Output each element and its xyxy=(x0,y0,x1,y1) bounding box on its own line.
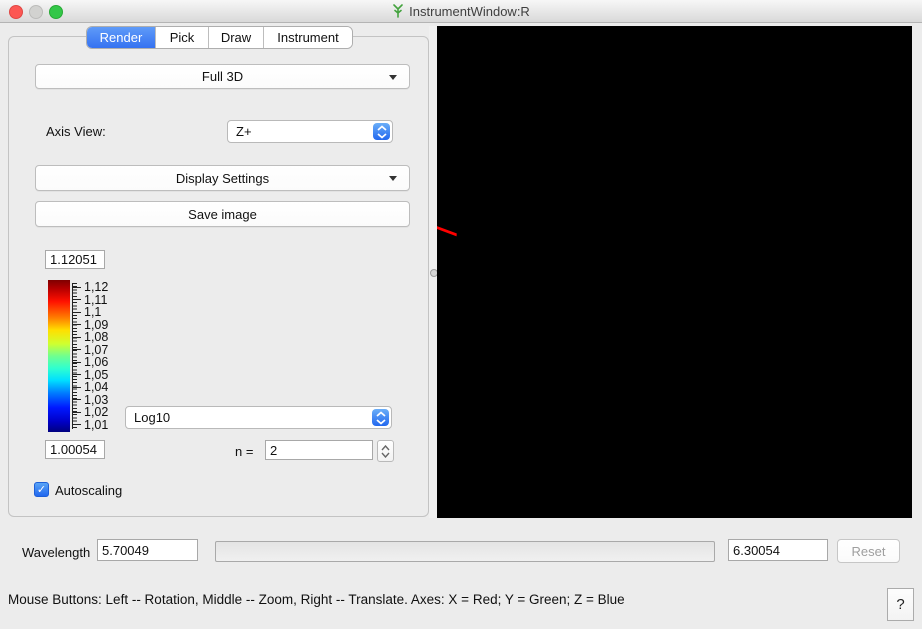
instrument-window: InstrumentWindow:R Render Pick Draw Inst… xyxy=(0,0,922,629)
scale-type-value: Log10 xyxy=(134,410,170,425)
help-button[interactable]: ? xyxy=(887,588,914,621)
autoscaling-label: Autoscaling xyxy=(55,483,122,498)
wavelength-slider[interactable] xyxy=(215,541,715,562)
n-label: n = xyxy=(235,444,253,459)
chevron-down-icon xyxy=(389,176,397,181)
tab-render[interactable]: Render xyxy=(87,27,156,48)
mantid-icon xyxy=(392,4,404,18)
title-bar[interactable]: InstrumentWindow:R xyxy=(0,0,922,23)
reset-button[interactable]: Reset xyxy=(837,539,900,563)
scale-type-select[interactable]: Log10 xyxy=(125,406,392,429)
help-button-label: ? xyxy=(896,596,904,613)
display-settings-dropdown[interactable]: Display Settings xyxy=(35,165,410,191)
tab-pick[interactable]: Pick xyxy=(156,27,209,48)
spinner-down-icon[interactable] xyxy=(381,452,390,458)
wavelength-max-input[interactable] xyxy=(728,539,828,561)
n-input[interactable] xyxy=(265,440,373,460)
colorbar-tick-labels: 1,12 1,11 1,1 1,09 1,08 1,07 1,06 1,05 1… xyxy=(72,281,132,431)
colorbar[interactable] xyxy=(48,280,70,432)
wavelength-label: Wavelength xyxy=(22,545,90,560)
tab-draw[interactable]: Draw xyxy=(209,27,264,48)
status-text: Mouse Buttons: Left -- Rotation, Middle … xyxy=(8,592,625,607)
window-title: InstrumentWindow:R xyxy=(409,4,530,19)
autoscaling-checkbox[interactable]: ✓ xyxy=(34,482,49,497)
colorbar-tick: 1,01 xyxy=(84,418,108,432)
spinner-up-icon[interactable] xyxy=(381,445,390,451)
axis-view-label: Axis View: xyxy=(46,124,106,139)
panel-splitter[interactable] xyxy=(429,26,437,518)
reset-button-label: Reset xyxy=(852,544,886,559)
axis-view-select[interactable]: Z+ xyxy=(227,120,393,143)
save-image-button[interactable]: Save image xyxy=(35,201,410,227)
n-spinner[interactable] xyxy=(377,440,394,462)
display-settings-label: Display Settings xyxy=(176,171,269,186)
chevron-down-icon xyxy=(389,75,397,80)
scale-max-input[interactable] xyxy=(45,250,105,269)
wavelength-min-input[interactable] xyxy=(97,539,198,561)
axis-view-value: Z+ xyxy=(236,124,252,139)
save-image-label: Save image xyxy=(188,207,257,222)
instrument-3d-viewport[interactable] xyxy=(437,26,912,518)
updown-stepper-icon[interactable] xyxy=(373,123,390,140)
viewport-background xyxy=(437,26,457,469)
projection-dropdown-label: Full 3D xyxy=(202,69,243,84)
projection-dropdown[interactable]: Full 3D xyxy=(35,64,410,89)
updown-stepper-icon[interactable] xyxy=(372,409,389,426)
view-tabs: Render Pick Draw Instrument xyxy=(86,26,353,49)
tab-instrument[interactable]: Instrument xyxy=(264,27,352,48)
scale-min-input[interactable] xyxy=(45,440,105,459)
